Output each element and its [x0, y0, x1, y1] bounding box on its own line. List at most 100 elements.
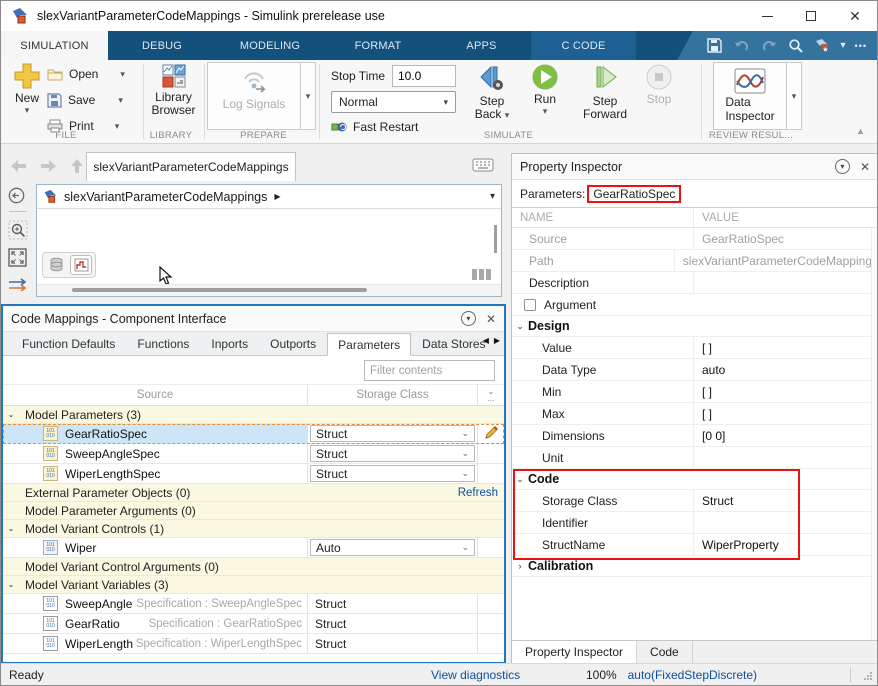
redo-icon[interactable] — [760, 37, 778, 55]
chevron-down-icon[interactable]: ⌄ — [512, 474, 528, 485]
run-button[interactable]: Run ▾ — [525, 63, 565, 117]
stop-button[interactable]: Stop — [639, 63, 679, 106]
parameter-row[interactable]: 101 010WiperLengthSpecification : WiperL… — [3, 634, 504, 654]
storage-class-cell[interactable]: Struct⌄ — [308, 464, 478, 483]
storage-class-dropdown[interactable]: Struct⌄ — [310, 425, 475, 442]
group-collapse-icon[interactable]: ⌄ — [3, 524, 19, 533]
collapse-ribbon-icon[interactable]: ▲ — [856, 126, 865, 136]
storage-class-cell[interactable]: Struct⌄ — [308, 444, 478, 463]
section-header[interactable]: ⌄Design — [512, 316, 878, 337]
parameter-row[interactable]: 101 010WiperAuto⌄ — [3, 538, 504, 558]
solver-status[interactable]: auto(FixedStepDiscrete) — [628, 664, 757, 686]
tab-outports[interactable]: Outports — [259, 333, 327, 355]
property-value[interactable] — [694, 512, 878, 533]
stop-time-input[interactable] — [392, 65, 456, 87]
property-value[interactable] — [694, 447, 878, 468]
group-row[interactable]: Model Variant Control Arguments (0) — [3, 558, 504, 576]
save-dropdown-icon[interactable]: ▾ — [118, 95, 123, 106]
group-collapse-icon[interactable]: ⌄ — [3, 410, 19, 419]
group-row[interactable]: External Parameter Objects (0)Refresh — [3, 484, 504, 502]
group-row[interactable]: Model Parameter Arguments (0) — [3, 502, 504, 520]
source-cell[interactable]: 101 010GearRatioSpec — [3, 424, 308, 443]
storage-class-dropdown[interactable]: Auto⌄ — [310, 539, 475, 556]
property-row[interactable]: Dimensions[0 0] — [512, 425, 878, 447]
property-row[interactable]: StructNameWiperProperty — [512, 534, 878, 556]
tab-scroll-left-icon[interactable]: ◀ — [483, 336, 489, 345]
tab-functions[interactable]: Functions — [126, 333, 200, 355]
property-row[interactable]: Max[ ] — [512, 403, 878, 425]
group-row[interactable]: ⌄Model Variant Variables (3) — [3, 576, 504, 594]
storage-class-cell[interactable]: Struct⌄ — [308, 424, 478, 443]
source-cell[interactable]: 101 010SweepAngleSpec — [3, 444, 308, 463]
breadcrumb[interactable]: slexVariantParameterCodeMappings ▶ ▾ — [37, 185, 501, 209]
hide-browser-icon[interactable] — [8, 187, 25, 204]
favorites-model-icon[interactable] — [814, 37, 832, 55]
storage-class-column-header[interactable]: Storage Class — [308, 385, 478, 405]
argument-checkbox[interactable] — [524, 299, 536, 311]
forward-icon[interactable] — [39, 156, 58, 175]
data-inspector-button[interactable]: DataInspector — [713, 62, 787, 130]
undo-icon[interactable] — [733, 37, 751, 55]
simulation-mode-dropdown[interactable]: Normal ▾ — [331, 91, 456, 113]
log-signals-button[interactable]: Log Signals — [207, 62, 301, 130]
storage-class-cell[interactable]: Struct — [308, 594, 478, 613]
section-header[interactable]: ›Calibration — [512, 556, 878, 577]
save-icon[interactable] — [706, 37, 724, 55]
print-dropdown-icon[interactable]: ▾ — [115, 121, 120, 132]
chevron-right-icon[interactable]: › — [512, 561, 528, 571]
property-row[interactable]: Unit — [512, 447, 878, 469]
property-row[interactable]: Min[ ] — [512, 381, 878, 403]
group-collapse-icon[interactable]: ⌄ — [3, 580, 19, 589]
parameter-row[interactable]: 101 010GearRatioSpecification : GearRati… — [3, 614, 504, 634]
close-inspector-icon[interactable]: ✕ — [860, 160, 870, 174]
back-icon[interactable] — [9, 156, 28, 175]
review-dropdown-icon[interactable]: ▾ — [787, 62, 802, 130]
tab-function-defaults[interactable]: Function Defaults — [11, 333, 126, 355]
breadcrumb-model-name[interactable]: slexVariantParameterCodeMappings — [64, 190, 267, 204]
new-dropdown-icon[interactable]: ▾ — [25, 105, 30, 116]
filter-contents-input[interactable] — [364, 360, 495, 381]
more-columns-icon[interactable]: ⌄... — [478, 385, 504, 405]
quick-access-more-icon[interactable]: ••• — [855, 41, 867, 51]
property-row[interactable]: PathslexVariantParameterCodeMappings — [512, 250, 878, 272]
close-button[interactable]: ✕ — [833, 1, 877, 31]
property-value[interactable] — [694, 272, 878, 293]
source-cell[interactable]: 101 010WiperLengthSpec — [3, 464, 308, 483]
search-icon[interactable] — [787, 37, 805, 55]
source-cell[interactable]: 101 010Wiper — [3, 538, 308, 557]
property-value[interactable]: WiperProperty — [694, 534, 878, 555]
property-value[interactable]: auto — [694, 359, 878, 380]
fast-restart-toggle[interactable]: Fast Restart — [331, 117, 418, 137]
step-back-button[interactable]: StepBack ▾ — [469, 63, 515, 122]
minimize-button[interactable] — [745, 1, 789, 31]
parameter-row[interactable]: 101 010WiperLengthSpecStruct⌄ — [3, 464, 504, 484]
storage-class-cell[interactable]: Auto⌄ — [308, 538, 478, 557]
tab-apps[interactable]: APPS — [432, 31, 531, 60]
run-dropdown-icon[interactable]: ▾ — [543, 106, 548, 117]
view-diagnostics-link[interactable]: View diagnostics — [431, 664, 520, 686]
edit-pencil-icon[interactable] — [484, 425, 499, 443]
property-row[interactable]: Argument — [512, 294, 878, 316]
prepare-dropdown-icon[interactable]: ▾ — [301, 62, 316, 130]
canvas-resize-grip[interactable] — [472, 269, 491, 280]
source-column-header[interactable]: Source — [3, 385, 308, 405]
zoom-icon[interactable] — [8, 220, 28, 240]
document-tab[interactable]: slexVariantParameterCodeMappings — [86, 152, 296, 181]
source-cell[interactable]: 101 010GearRatioSpecification : GearRati… — [3, 614, 308, 633]
tab-modeling[interactable]: MODELING — [216, 31, 324, 60]
minimize-panel-icon[interactable]: ▾ — [461, 311, 476, 326]
property-value[interactable]: [ ] — [694, 381, 878, 402]
library-browser-button[interactable]: Library Browser — [146, 63, 201, 117]
canvas-horizontal-scrollbar[interactable] — [72, 288, 367, 292]
chevron-down-icon[interactable]: ⌄ — [512, 321, 528, 332]
save-button[interactable]: Save ▾ — [47, 90, 123, 110]
quick-access-dropdown-icon[interactable]: ▾ — [841, 40, 846, 51]
breadcrumb-expand-icon[interactable]: ▶ — [274, 192, 280, 201]
tab-scroll-right-icon[interactable]: ▶ — [494, 336, 500, 345]
group-row[interactable]: ⌄Model Variant Controls (1) — [3, 520, 504, 538]
property-row[interactable]: Value[ ] — [512, 337, 878, 359]
storage-class-cell[interactable]: Struct — [308, 614, 478, 633]
storage-class-cell[interactable]: Struct — [308, 634, 478, 653]
model-canvas[interactable] — [37, 209, 501, 296]
section-header[interactable]: ⌄Code — [512, 469, 878, 490]
